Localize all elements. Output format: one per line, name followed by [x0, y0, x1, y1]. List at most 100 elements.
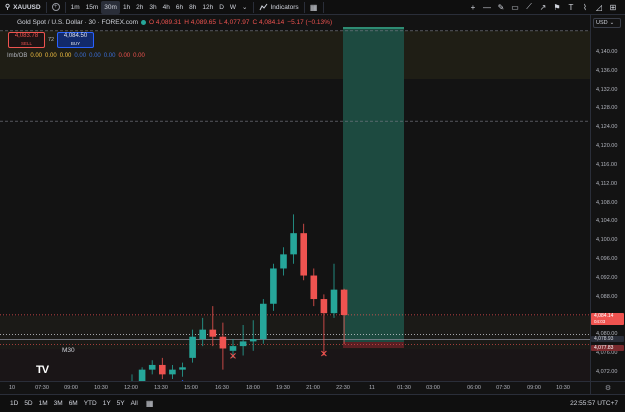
layout-button[interactable]: ▦	[307, 1, 321, 14]
time-axis-label: 13:30	[154, 385, 168, 391]
candle-body	[159, 364, 166, 375]
timeframe-15m[interactable]: 15m	[83, 1, 102, 14]
range-all[interactable]: All	[128, 400, 141, 407]
axis-settings-button[interactable]: ⚙	[590, 381, 625, 394]
timeframe-30m[interactable]: 30m	[101, 0, 120, 14]
candle-body	[300, 233, 307, 276]
indicator-value: 0.00	[103, 53, 116, 59]
legend-change: −5.17 (−0.13%)	[287, 18, 333, 26]
price-tag[interactable]: 4,084.14 04:03	[591, 313, 624, 325]
candle-body	[209, 329, 217, 337]
range-5d[interactable]: 5D	[21, 400, 35, 407]
range-1m[interactable]: 1M	[36, 400, 51, 407]
candles	[131, 214, 348, 381]
measure-icon[interactable]: ↗	[536, 1, 550, 14]
timeframe-3h[interactable]: 3h	[146, 1, 159, 14]
timeframe-6h[interactable]: 6h	[173, 1, 186, 14]
time-axis-label: 03:00	[426, 385, 440, 391]
text-icon[interactable]: T	[564, 1, 578, 14]
timeframe-2h[interactable]: 2h	[133, 1, 146, 14]
price-axis-label: 4,108.00	[596, 199, 618, 206]
candle-body	[320, 299, 328, 314]
gear-icon: ⚙	[604, 385, 612, 392]
timeframe-w[interactable]: W	[227, 1, 239, 14]
market-status-dot	[141, 19, 147, 25]
timeframe-1m[interactable]: 1m	[68, 1, 83, 14]
price-tag[interactable]: 4,077.83	[591, 345, 624, 351]
indicator-legend[interactable]: Imb/OB 0.00 0.00 0.00 0.00 0.00 0.00 0.0…	[7, 53, 145, 59]
sell-button[interactable]: 4,083.78 SELL	[8, 32, 45, 48]
symbol-label: XAUUSD	[13, 3, 41, 11]
timeframe-12h[interactable]: 12h	[199, 1, 216, 14]
currency-label: USD	[596, 20, 608, 26]
range-6m[interactable]: 6M	[66, 400, 81, 407]
sell-label: SELL	[20, 41, 32, 46]
clock[interactable]: 22:55:57 UTC+7	[570, 400, 618, 407]
plus-circle-icon: +	[51, 3, 60, 11]
time-axis-label: 21:00	[306, 385, 320, 391]
price-axis-label: 4,096.00	[596, 256, 618, 263]
legend-low: L 4,077.97	[219, 18, 250, 26]
time-axis-label: 09:00	[64, 385, 78, 391]
time-axis-label: 18:00	[246, 385, 260, 391]
indicator-value: 0.00	[30, 53, 43, 59]
price-axis-label: 4,120.00	[596, 143, 618, 150]
tradingview-logo[interactable]: TV	[36, 364, 49, 376]
time-axis-label: 10:30	[94, 385, 108, 391]
timeframe-dropdown[interactable]: ⌄	[239, 1, 250, 14]
toolbar-divider	[303, 1, 305, 13]
buy-button[interactable]: 4,084.50 BUY	[57, 32, 94, 48]
candle-body	[330, 289, 338, 314]
candle-body	[199, 329, 206, 340]
order-buttons: 4,083.78 SELL 72 4,084.50 BUY	[8, 32, 94, 48]
chart-pane[interactable]: Gold Spot / U.S. Dollar · 30 · FOREX.com…	[0, 15, 590, 381]
range-5y[interactable]: 5Y	[114, 400, 128, 407]
layout-icon: ▦	[309, 2, 318, 12]
indicator-name: Imb/OB	[7, 53, 28, 59]
candle-body	[138, 369, 146, 381]
spread-value: 72	[47, 37, 55, 43]
symbol-search[interactable]: ⚲ XAUUSD	[0, 1, 44, 14]
price-tag-value: 4,077.83	[594, 345, 614, 351]
path-icon[interactable]: ⌇	[578, 1, 592, 14]
trend-line-icon[interactable]: ⟋	[522, 1, 536, 14]
price-range-icon[interactable]: ⊞	[606, 1, 620, 14]
horizontal-line-icon[interactable]: —	[480, 1, 494, 14]
price-axis-label: 4,112.00	[596, 180, 618, 187]
calendar-icon[interactable]: ▦	[146, 399, 154, 408]
timeframe-4h[interactable]: 4h	[160, 1, 173, 14]
brush-icon[interactable]: ✎	[494, 1, 508, 14]
forecast-icon[interactable]: ◿	[592, 1, 606, 14]
time-axis-label: 11	[369, 385, 375, 391]
time-axis-label: 10	[8, 385, 16, 391]
compare-button[interactable]: +	[49, 1, 63, 14]
indicator-value: 0.00	[59, 53, 72, 59]
time-axis[interactable]: 10 07:30 09:00 10:30 12:00 13:30 15:00 16:30 18:…	[0, 381, 590, 394]
candle-body	[169, 369, 176, 375]
range-3m[interactable]: 3M	[51, 400, 66, 407]
currency-selector[interactable]: USD ⌄	[593, 18, 621, 28]
time-axis-label: 01:30	[397, 385, 411, 391]
indicator-value: 0.00	[45, 53, 57, 59]
timeframe-8h[interactable]: 8h	[186, 1, 199, 14]
flag-icon[interactable]: ⚑	[550, 1, 564, 14]
time-axis-label: 19:30	[276, 385, 290, 391]
price-tag[interactable]: 4,078.93	[591, 336, 624, 342]
range-ytd[interactable]: YTD	[81, 400, 100, 407]
crosshair-icon[interactable]: +	[466, 1, 480, 14]
range-1y[interactable]: 1Y	[100, 400, 114, 407]
candle-chart	[0, 30, 590, 381]
candle-body	[219, 336, 227, 349]
time-axis-label: 15:00	[184, 385, 198, 391]
range-1d[interactable]: 1D	[0, 400, 21, 407]
indicators-button[interactable]: Indicators	[256, 1, 302, 14]
timeframe-1h[interactable]: 1h	[120, 1, 133, 14]
time-axis-label: 22:30	[336, 385, 350, 391]
indicator-value: 0.00	[118, 53, 131, 59]
rectangle-icon[interactable]: ▭	[508, 1, 522, 14]
candle-body	[249, 339, 257, 342]
time-axis-label: 12:00	[124, 385, 138, 391]
timeframe-d[interactable]: D	[216, 1, 227, 14]
price-axis-label: 4,088.00	[596, 293, 618, 300]
indicator-value: 0.00	[74, 53, 87, 59]
